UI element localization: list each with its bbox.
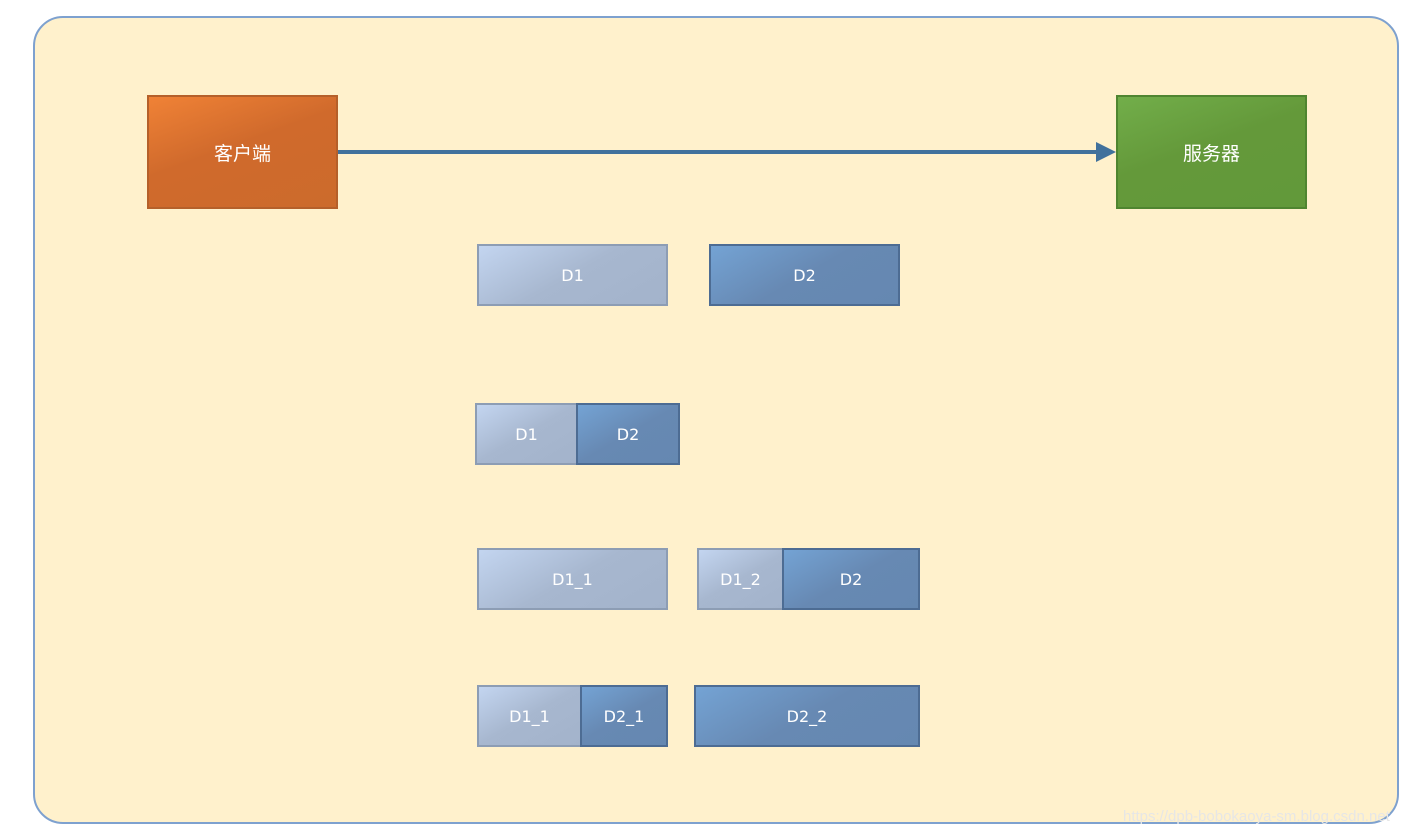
packet-d1-1: D1_1 <box>477 548 668 610</box>
packet-d2-1: D2_1 <box>580 685 668 747</box>
client-node: 客户端 <box>147 95 338 209</box>
packet-d1: D1 <box>475 403 578 465</box>
packet-d2: D2 <box>576 403 680 465</box>
packet-d1: D1 <box>477 244 668 306</box>
packet-d2: D2 <box>709 244 900 306</box>
server-node: 服务器 <box>1116 95 1307 209</box>
packet-d2: D2 <box>782 548 920 610</box>
packet-d1-1: D1_1 <box>477 685 582 747</box>
packet-d2-2: D2_2 <box>694 685 920 747</box>
watermark: https://dpb-bobokaoya-sm.blog.csdn.net <box>1123 808 1390 825</box>
packet-d1-2: D1_2 <box>697 548 784 610</box>
